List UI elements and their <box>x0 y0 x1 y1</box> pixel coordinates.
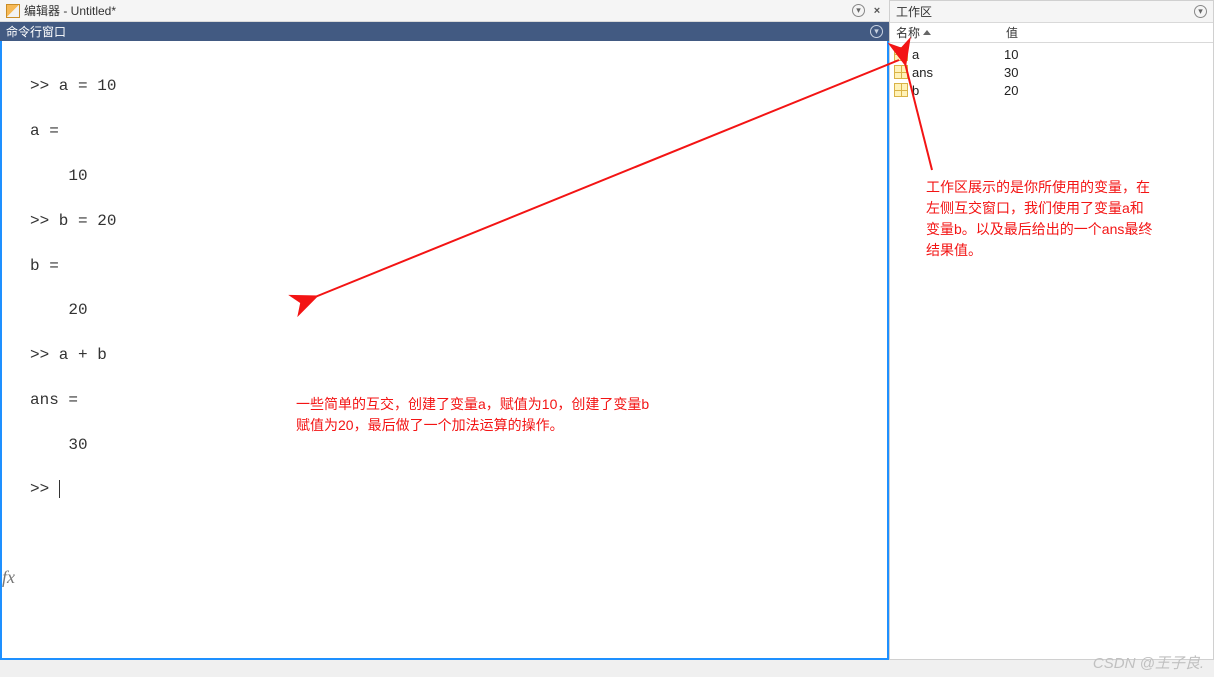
watermark: CSDN @王子良. <box>1093 652 1204 673</box>
variable-name: a <box>912 47 998 62</box>
sort-asc-icon <box>923 30 931 35</box>
workspace-title: 工作区 <box>896 3 932 20</box>
command-output[interactable]: >> a = 10 a = 10 >> b = 20 b = 20 >> a +… <box>30 53 881 652</box>
workspace-col-name[interactable]: 名称 <box>890 24 1000 41</box>
dropdown-icon[interactable]: ▾ <box>1194 5 1207 18</box>
dropdown-icon[interactable]: ▾ <box>852 4 865 17</box>
fx-icon[interactable]: fx <box>2 567 15 588</box>
workspace-panel: 工作区 ▾ 名称 值 a 10 ans 30 b <box>890 0 1214 660</box>
variable-value: 20 <box>998 83 1213 98</box>
annotation-left: 一些简单的互交，创建了变量a，赋值为10，创建了变量b 赋值为20，最后做了一个… <box>296 394 649 436</box>
editor-title: 编辑器 - Untitled* <box>24 2 848 19</box>
workspace-col-value[interactable]: 值 <box>1000 24 1213 41</box>
workspace-row[interactable]: ans 30 <box>890 63 1213 81</box>
command-window-body[interactable]: >> a = 10 a = 10 >> b = 20 b = 20 >> a +… <box>0 41 889 660</box>
left-column: 编辑器 - Untitled* ▾ × 命令行窗口 ▾ >> a = 10 a … <box>0 0 890 660</box>
workspace-header-row[interactable]: 名称 值 <box>890 23 1213 43</box>
workspace-list: a 10 ans 30 b 20 <box>890 43 1213 659</box>
command-window-title: 命令行窗口 <box>6 23 66 40</box>
command-prompt[interactable]: >> <box>30 480 60 498</box>
dropdown-icon[interactable]: ▾ <box>870 25 883 38</box>
variable-icon <box>894 65 908 79</box>
variable-value: 30 <box>998 65 1213 80</box>
workspace-row[interactable]: a 10 <box>890 45 1213 63</box>
workspace-row[interactable]: b 20 <box>890 81 1213 99</box>
variable-name: ans <box>912 65 998 80</box>
editor-titlebar: 编辑器 - Untitled* ▾ × <box>0 0 889 22</box>
close-icon[interactable]: × <box>871 5 883 17</box>
variable-icon <box>894 47 908 61</box>
annotation-right: 工作区展示的是你所使用的变量，在 左侧互交窗口，我们使用了变量a和 变量b。以及… <box>926 177 1152 261</box>
pencil-icon <box>6 4 20 18</box>
command-window-header: 命令行窗口 ▾ <box>0 22 889 41</box>
variable-icon <box>894 83 908 97</box>
workspace-titlebar: 工作区 ▾ <box>890 1 1213 23</box>
variable-value: 10 <box>998 47 1213 62</box>
variable-name: b <box>912 83 998 98</box>
